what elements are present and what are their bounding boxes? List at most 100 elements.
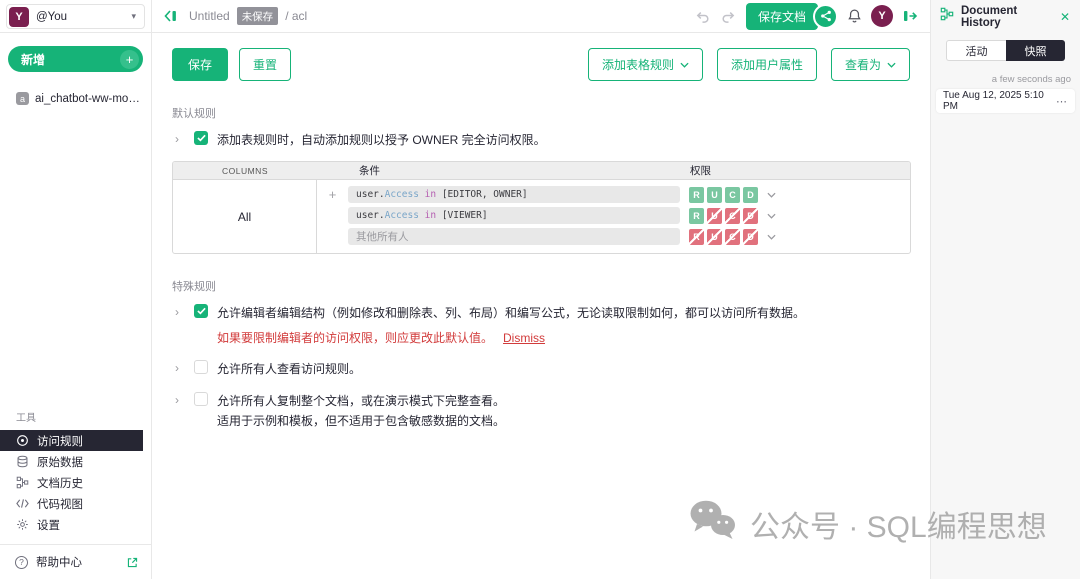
help-icon: ? xyxy=(15,556,28,569)
unsaved-badge: 未保存 xyxy=(237,7,279,25)
tool-label: 代码视图 xyxy=(37,496,83,512)
breadcrumb: / acl xyxy=(285,9,307,23)
permission-badge-c[interactable]: C xyxy=(725,187,740,203)
sidebar-item-code-view[interactable]: 代码视图 xyxy=(0,493,151,514)
permission-badge-u[interactable]: U xyxy=(707,187,722,203)
tab-活动[interactable]: 活动 xyxy=(946,40,1006,61)
condition-header: 条件 xyxy=(359,162,380,179)
special-rules-list: › 允许编辑者编辑结构（例如修改和删除表、列、布局）和编写公式，无论读取限制如何，… xyxy=(172,305,910,430)
document-history-header: Document History ✕ xyxy=(931,0,1080,33)
permission-badge-r[interactable]: R xyxy=(689,229,704,245)
main-column: Untitled 未保存 / acl 保存文档 xyxy=(152,0,930,579)
document-list: a ai_chatbot-ww-monthly-20... xyxy=(0,72,151,107)
add-new-button[interactable]: 新增 + xyxy=(8,46,143,72)
condition-input[interactable]: user.Access in [EDITOR, OWNER] xyxy=(348,186,680,203)
permission-badge-c[interactable]: C xyxy=(725,229,740,245)
sidebar-document-item[interactable]: a ai_chatbot-ww-monthly-20... xyxy=(0,90,151,107)
snapshot-item[interactable]: Tue Aug 12, 2025 5:10 PM ⋯ xyxy=(936,89,1075,113)
permission-badge-d[interactable]: D xyxy=(743,208,758,224)
expand-chevron-icon[interactable]: › xyxy=(175,305,185,319)
redo-icon[interactable] xyxy=(720,9,737,24)
special-rules-title: 特殊规则 xyxy=(172,278,910,294)
tool-label: 文档历史 xyxy=(37,475,83,491)
sidebar-item-help-center[interactable]: ? 帮助中心 xyxy=(0,544,151,579)
notifications-bell-icon[interactable] xyxy=(847,8,862,24)
save-document-button[interactable]: 保存文档 xyxy=(746,3,818,30)
special-rule-texts: 允许编辑者编辑结构（例如修改和删除表、列、布局）和编写公式，无论读取限制如何，都… xyxy=(217,305,805,347)
document-icon: a xyxy=(16,92,29,105)
doc-title[interactable]: Untitled xyxy=(189,9,230,23)
columns-scope-cell: All xyxy=(173,180,317,253)
permission-badge-r[interactable]: R xyxy=(689,208,704,224)
special-rule-text: 允许所有人查看访问规则。 xyxy=(217,361,361,378)
permission-badges: RUCD xyxy=(689,229,758,245)
plus-icon: + xyxy=(120,50,139,69)
special-rule-checkbox[interactable] xyxy=(194,392,208,406)
warning-text: 如果要限制编辑者的访问权限，则应更改此默认值。Dismiss xyxy=(217,330,805,347)
tool-label: 访问规则 xyxy=(37,433,83,449)
special-rule-texts: 允许所有人查看访问规则。 xyxy=(217,361,361,378)
code-view-icon xyxy=(16,498,29,509)
expand-chevron-icon[interactable]: › xyxy=(175,132,185,146)
add-table-rules-dropdown[interactable]: 添加表格规则 xyxy=(588,48,703,81)
reset-button[interactable]: 重置 xyxy=(239,48,291,81)
expand-chevron-icon[interactable]: › xyxy=(175,361,185,375)
condition-input[interactable]: user.Access in [VIEWER] xyxy=(348,207,680,224)
history-tabs: 活动快照 xyxy=(946,40,1065,61)
add-user-attribute-button[interactable]: 添加用户属性 xyxy=(717,48,817,81)
auto-owner-rule-checkbox[interactable] xyxy=(194,131,208,145)
tool-label: 原始数据 xyxy=(37,454,83,470)
collapse-left-panel-icon[interactable] xyxy=(162,9,178,23)
chevron-down-icon[interactable] xyxy=(767,192,776,198)
rule-row: user.Access in [VIEWER] RUCD xyxy=(317,205,910,226)
share-icon[interactable] xyxy=(813,4,838,29)
sidebar-item-settings[interactable]: 设置 xyxy=(0,514,151,535)
tools-list: 访问规则原始数据文档历史代码视图设置 xyxy=(0,430,151,535)
auto-owner-rule-row: › 添加表规则时，自动添加规则以授予 OWNER 完全访问权限。 xyxy=(172,132,910,149)
permission-badge-d[interactable]: D xyxy=(743,229,758,245)
document-name: ai_chatbot-ww-monthly-20... xyxy=(35,93,145,105)
user-name: @You xyxy=(36,11,67,23)
document-history-panel: Document History ✕ 活动快照 a few seconds ag… xyxy=(930,0,1080,579)
default-rules-table: COLUMNS 条件 权限 All +user.Access in [EDITO… xyxy=(172,161,911,254)
sidebar-item-doc-history[interactable]: 文档历史 xyxy=(0,472,151,493)
condition-token: 其他所有人 xyxy=(356,229,409,244)
permission-badge-r[interactable]: R xyxy=(689,187,704,203)
special-rule-checkbox[interactable] xyxy=(194,360,208,374)
chevron-down-icon[interactable] xyxy=(767,234,776,240)
rules-table-header: COLUMNS 条件 权限 xyxy=(173,162,910,180)
permission-badges: RUCD xyxy=(689,208,758,224)
user-selector[interactable]: Y @You ▾ xyxy=(6,4,145,29)
sidebar-item-raw-data[interactable]: 原始数据 xyxy=(0,451,151,472)
expand-right-panel-icon[interactable] xyxy=(902,9,918,23)
expand-chevron-icon[interactable]: › xyxy=(175,393,185,407)
special-rule-row: ›允许所有人复制整个文档，或在演示模式下完整查看。适用于示例和模板，但不适用于包… xyxy=(172,393,910,431)
permission-header: 权限 xyxy=(690,162,711,179)
undo-icon[interactable] xyxy=(694,9,711,24)
special-rule-checkbox[interactable] xyxy=(194,304,208,318)
account-avatar[interactable]: Y xyxy=(871,5,893,27)
chevron-down-icon[interactable] xyxy=(767,213,776,219)
condition-token: [VIEWER] xyxy=(442,210,488,221)
permission-badge-d[interactable]: D xyxy=(743,187,758,203)
permission-badge-c[interactable]: C xyxy=(725,208,740,224)
chevron-down-icon: ▾ xyxy=(131,11,136,22)
rule-row: +user.Access in [EDITOR, OWNER] RUCD xyxy=(317,184,910,205)
view-as-dropdown[interactable]: 查看为 xyxy=(831,48,910,81)
snapshot-menu-icon[interactable]: ⋯ xyxy=(1056,95,1068,108)
condition-token: in xyxy=(419,189,442,200)
add-rule-icon[interactable]: + xyxy=(317,187,348,202)
dismiss-link[interactable]: Dismiss xyxy=(503,331,545,345)
tab-快照[interactable]: 快照 xyxy=(1006,40,1065,61)
panel-title: Document History xyxy=(961,5,1053,29)
condition-input[interactable]: 其他所有人 xyxy=(348,228,680,245)
permission-badge-u[interactable]: U xyxy=(707,208,722,224)
permission-badge-u[interactable]: U xyxy=(707,229,722,245)
save-button[interactable]: 保存 xyxy=(172,48,228,81)
rule-rows: +user.Access in [EDITOR, OWNER]RUCDuser.… xyxy=(317,180,910,253)
condition-token: user. xyxy=(356,189,385,200)
close-icon[interactable]: ✕ xyxy=(1060,11,1070,23)
doc-history-icon xyxy=(940,7,954,26)
tool-label: 设置 xyxy=(37,517,60,533)
sidebar-item-access-rules[interactable]: 访问规则 xyxy=(0,430,143,451)
